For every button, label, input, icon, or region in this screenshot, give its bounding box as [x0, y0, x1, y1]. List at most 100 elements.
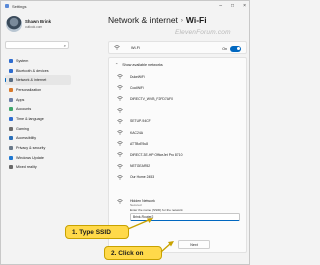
wifi-signal-icon [117, 74, 123, 79]
sidebar-item[interactable]: Time & language [5, 114, 71, 124]
network-name: CoolWiFi [130, 85, 144, 90]
sidebar-item-label: Privacy & security [16, 146, 46, 151]
sidebar-item-icon [9, 68, 13, 73]
sidebar-item-icon [9, 116, 13, 121]
wifi-signal-icon [117, 130, 123, 135]
network-item[interactable]: CoolWiFi [117, 82, 246, 93]
wifi-signal-icon [117, 96, 123, 102]
sidebar-item-label: System [16, 58, 29, 63]
sidebar-item[interactable]: Accounts [5, 104, 71, 114]
sidebar-item[interactable]: Accessibility [5, 134, 71, 144]
sidebar-item-label: Gaming [16, 126, 29, 131]
wifi-toggle-group: On [222, 46, 241, 52]
callout-click-next: 2. Click on [104, 246, 162, 260]
wifi-toggle[interactable] [230, 46, 241, 52]
wifi-toggle-row: Wi-Fi On [108, 41, 247, 54]
sidebar-item-icon [9, 136, 13, 141]
network-item[interactable]: NETGEAR52 [117, 161, 246, 172]
wifi-signal-icon [117, 141, 123, 146]
network-item[interactable]: Our Home 2453 [117, 172, 246, 183]
search-input[interactable]: ⌕ [5, 41, 69, 49]
sidebar-item-icon [9, 97, 13, 102]
wifi-signal-icon [117, 119, 123, 124]
network-list: DukeWiFi CoolWiFi DIRECTV_WVB_F2FD7AF0 SETU… [109, 71, 246, 183]
show-available-networks[interactable]: ⌃ Show available networks [109, 58, 246, 71]
sidebar-item[interactable]: Windows Update [5, 153, 71, 163]
sidebar-item[interactable]: Network & internet [5, 75, 71, 86]
sidebar: Shawn Brink outlook.com ⌕ System Bluetoot… [1, 11, 73, 264]
callout-arrow-1 [127, 218, 153, 230]
wifi-signal-icon [117, 85, 123, 90]
title-bar: Settings – □ × [1, 1, 249, 11]
sidebar-item-label: Apps [16, 97, 25, 102]
network-item[interactable]: KAC24A [117, 127, 246, 138]
callout-arrow-2 [160, 241, 174, 253]
sidebar-item[interactable]: System [5, 56, 71, 66]
user-name: Shawn Brink [25, 19, 52, 24]
window-title: Settings [12, 3, 27, 9]
sidebar-item-label: Windows Update [16, 155, 44, 160]
sidebar-item-icon [9, 87, 13, 92]
sidebar-item-label: Network & internet [16, 78, 47, 83]
breadcrumb: Network & internet › Wi-Fi [108, 15, 207, 25]
sidebar-item[interactable]: Mixed reality [5, 163, 71, 173]
user-profile[interactable]: Shawn Brink outlook.com [6, 16, 72, 34]
network-name: ATTBxE9u8 [130, 141, 149, 146]
minimize-icon[interactable]: – [219, 3, 222, 9]
hidden-network-status: Secured [130, 203, 142, 207]
sidebar-item[interactable]: Privacy & security [5, 143, 71, 153]
settings-window: Settings – □ × Shawn Brink outlook.com ⌕… [0, 0, 250, 265]
network-name: DukeWiFi [130, 74, 145, 79]
network-name: NETGEAR52 [130, 164, 151, 169]
network-item[interactable]: ATTBxE9u8 [117, 138, 246, 149]
wifi-signal-icon [117, 108, 123, 113]
maximize-icon[interactable]: □ [231, 3, 234, 9]
sidebar-item[interactable]: Apps [5, 95, 71, 105]
sidebar-item-icon [9, 146, 13, 151]
sidebar-item-icon [9, 78, 13, 83]
wifi-icon [114, 45, 120, 50]
chevron-up-icon: ⌃ [115, 63, 119, 67]
close-icon[interactable]: × [243, 3, 246, 9]
window-controls: – □ × [219, 3, 246, 9]
user-email: outlook.com [25, 25, 43, 29]
breadcrumb-separator: › [180, 18, 183, 24]
sidebar-nav: System Bluetooth & devices Network & inter… [5, 56, 71, 172]
sidebar-item-label: Personalization [16, 87, 42, 92]
page-title: Wi-Fi [185, 15, 207, 25]
network-name: DIRECT-3E-HP OfficeJet Pro 8710 [130, 152, 183, 157]
breadcrumb-parent[interactable]: Network & internet [108, 15, 178, 25]
network-item[interactable]: SETUP-94CF [117, 116, 246, 127]
network-name: KAC24A [130, 130, 144, 135]
sidebar-item-label: Mixed reality [16, 165, 37, 170]
network-name: SETUP-94CF [130, 119, 151, 124]
sidebar-item-label: Accounts [16, 107, 32, 112]
sidebar-item-icon [9, 58, 13, 63]
network-item[interactable]: DIRECT-3E-HP OfficeJet Pro 8710 [117, 149, 246, 160]
next-button[interactable]: Next [178, 240, 210, 249]
wifi-secured-icon [117, 199, 123, 204]
sidebar-item[interactable]: Gaming [5, 124, 71, 134]
network-name: Our Home 2453 [130, 175, 155, 180]
network-item[interactable]: DIRECTV_WVB_F2FD7AF0 [117, 93, 246, 104]
wifi-label: Wi-Fi [131, 45, 140, 50]
network-name: DIRECTV_WVB_F2FD7AF0 [130, 96, 173, 101]
wifi-signal-icon [117, 163, 123, 169]
callout-type-ssid: 1. Type SSID [65, 225, 129, 239]
sidebar-item-label: Time & language [16, 116, 44, 121]
sidebar-item-icon [9, 126, 13, 131]
sidebar-item-label: Accessibility [16, 136, 37, 141]
network-item[interactable] [117, 105, 246, 116]
avatar [6, 16, 22, 32]
sidebar-item-icon [9, 155, 13, 160]
search-icon: ⌕ [63, 43, 66, 48]
sidebar-item[interactable]: Bluetooth & devices [5, 66, 71, 76]
show-available-label: Show available networks [122, 62, 163, 67]
sidebar-item[interactable]: Personalization [5, 85, 71, 95]
ssid-label: Enter the name (SSID) for the network [130, 208, 183, 212]
sidebar-item-label: Bluetooth & devices [16, 68, 49, 73]
network-item[interactable]: DukeWiFi [117, 71, 246, 82]
wifi-signal-icon [117, 152, 123, 157]
wifi-signal-icon [117, 175, 123, 180]
sidebar-item-icon [9, 165, 13, 170]
